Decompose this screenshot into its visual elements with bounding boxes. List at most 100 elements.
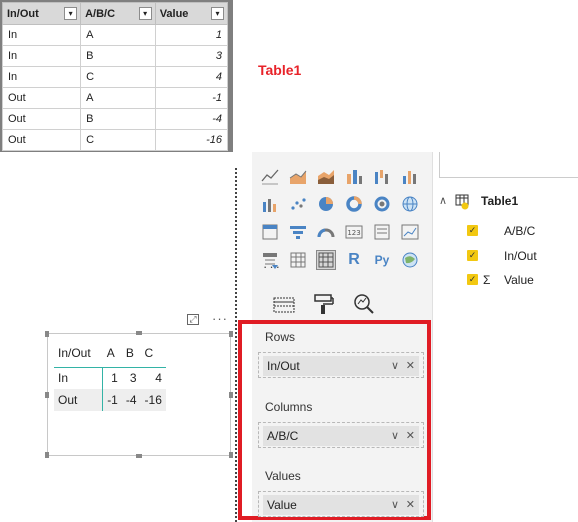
fields-tab-icon[interactable]	[272, 293, 296, 315]
cell[interactable]: Out	[1, 87, 82, 109]
cell[interactable]: In	[1, 66, 82, 88]
field-checkbox[interactable]: ✓	[467, 250, 478, 261]
chevron-down-icon[interactable]: ∨	[391, 426, 399, 446]
analytics-icon[interactable]	[352, 293, 376, 315]
values-well[interactable]: Value ∨ ✕	[258, 491, 424, 517]
columns-field-pill[interactable]: A/B/C ∨ ✕	[263, 426, 419, 446]
funnel-area-icon[interactable]	[400, 166, 420, 186]
field-wells-highlight: Rows In/Out ∨ ✕ Columns A/B/C ∨ ✕ Values…	[238, 320, 431, 520]
chevron-down-icon[interactable]: ∨	[391, 356, 399, 376]
resize-handle[interactable]	[136, 331, 142, 335]
remove-field-icon[interactable]: ✕	[406, 356, 415, 376]
columns-well-label: Columns	[265, 400, 313, 414]
focus-mode-icon[interactable]: ⤢	[187, 314, 199, 325]
rows-well[interactable]: In/Out ∨ ✕	[258, 352, 424, 378]
cell[interactable]: Out	[1, 108, 82, 130]
table-row: In B 3	[1, 45, 229, 67]
donut-icon[interactable]	[344, 194, 364, 214]
cell[interactable]: 1	[154, 24, 229, 46]
remove-field-icon[interactable]: ✕	[406, 495, 415, 515]
cell[interactable]: -1	[154, 87, 229, 109]
field-item-abc[interactable]: A/B/C	[504, 224, 535, 238]
matrix-column-header: B	[121, 339, 141, 368]
funnel-icon[interactable]	[288, 222, 308, 242]
values-field-name: Value	[267, 498, 297, 512]
arcgis-icon[interactable]	[400, 250, 420, 270]
table-row: Out B -4	[1, 108, 229, 130]
pie-chart-icon[interactable]	[316, 194, 336, 214]
cell[interactable]: B	[80, 108, 156, 130]
matrix-cell: 3	[129, 371, 137, 386]
matrix-icon[interactable]	[316, 250, 336, 270]
column-header-value: Value ▾	[154, 2, 229, 25]
cell[interactable]: In	[1, 45, 82, 67]
cell[interactable]: 3	[154, 45, 229, 67]
resize-handle[interactable]	[45, 392, 49, 398]
resize-handle[interactable]	[45, 331, 49, 337]
python-visual-icon[interactable]: Py	[372, 250, 392, 270]
resize-handle[interactable]	[45, 452, 49, 458]
field-item-value[interactable]: Value	[504, 273, 534, 287]
multi-row-card-icon[interactable]	[372, 222, 392, 242]
line-chart-icon[interactable]	[260, 166, 280, 186]
kpi-icon[interactable]	[400, 222, 420, 242]
chevron-down-icon[interactable]: ∨	[391, 495, 399, 515]
waterfall-icon[interactable]	[372, 166, 392, 186]
globe-map-icon[interactable]	[400, 194, 420, 214]
gauge-icon[interactable]	[316, 222, 336, 242]
excel-table-panel: In/Out ▾ A/B/C ▾ Value ▾ In A 1 In B 3 In C 4 Out…	[0, 0, 233, 152]
more-visuals-icon[interactable]: ···	[263, 259, 282, 274]
collapse-icon[interactable]: ∧	[439, 194, 447, 207]
cell[interactable]: A	[80, 87, 156, 109]
more-options-icon[interactable]: ···	[212, 311, 228, 326]
table-icon[interactable]	[288, 250, 308, 270]
search-box[interactable]	[439, 152, 578, 178]
svg-text:123: 123	[347, 229, 360, 237]
filter-dropdown-icon[interactable]: ▾	[64, 7, 78, 20]
format-roller-icon[interactable]	[312, 293, 336, 315]
stacked-area-icon[interactable]	[316, 166, 336, 186]
table-name[interactable]: Table1	[481, 194, 518, 208]
matrix-cell: 1	[111, 371, 118, 386]
columns-well[interactable]: A/B/C ∨ ✕	[258, 422, 424, 448]
scatter-icon[interactable]	[288, 194, 308, 214]
cell[interactable]: -16	[154, 129, 229, 151]
matrix-row-header: In	[54, 367, 104, 389]
values-field-pill[interactable]: Value ∨ ✕	[263, 495, 419, 515]
filled-map-icon[interactable]	[260, 222, 280, 242]
cell[interactable]: -4	[154, 108, 229, 130]
table-row: In C 4	[1, 66, 229, 88]
remove-field-icon[interactable]: ✕	[406, 426, 415, 446]
ribbon-chart-icon[interactable]	[344, 166, 364, 186]
matrix-header-row: In/Out A B C	[54, 339, 166, 368]
matrix-visual[interactable]: In/Out A B C In 1 3 4 Out -1 -4 -16	[45, 331, 233, 458]
bar-combo-icon[interactable]	[260, 194, 280, 214]
matrix-row-header: Out	[54, 389, 104, 411]
resize-handle[interactable]	[136, 454, 142, 458]
fields-pane: ∧ Table1 ✓ A/B/C ✓ In/Out ✓ Σ Value	[432, 152, 578, 522]
treemap-icon[interactable]	[372, 194, 392, 214]
table-row: In A 1	[1, 24, 229, 46]
cell[interactable]: C	[80, 129, 156, 151]
resize-handle[interactable]	[229, 331, 233, 337]
divider	[235, 168, 237, 522]
filter-dropdown-icon[interactable]: ▾	[138, 7, 152, 20]
resize-handle[interactable]	[229, 392, 233, 398]
cell[interactable]: B	[80, 45, 156, 67]
area-chart-icon[interactable]	[288, 166, 308, 186]
cell[interactable]: 4	[154, 66, 229, 88]
field-item-inout[interactable]: In/Out	[504, 249, 537, 263]
cell[interactable]: C	[80, 66, 156, 88]
matrix-row: In 1 3 4	[54, 367, 166, 389]
cell[interactable]: A	[80, 24, 156, 46]
cell[interactable]: In	[1, 24, 82, 46]
card-icon[interactable]: 123	[344, 222, 364, 242]
filter-dropdown-icon[interactable]: ▾	[211, 7, 224, 20]
field-checkbox[interactable]: ✓	[467, 274, 478, 285]
matrix-cell: 4	[155, 371, 162, 386]
field-checkbox[interactable]: ✓	[467, 225, 478, 236]
cell[interactable]: Out	[1, 129, 82, 151]
rows-field-pill[interactable]: In/Out ∨ ✕	[263, 356, 419, 376]
r-visual-icon[interactable]: R	[344, 250, 364, 270]
resize-handle[interactable]	[229, 452, 233, 458]
